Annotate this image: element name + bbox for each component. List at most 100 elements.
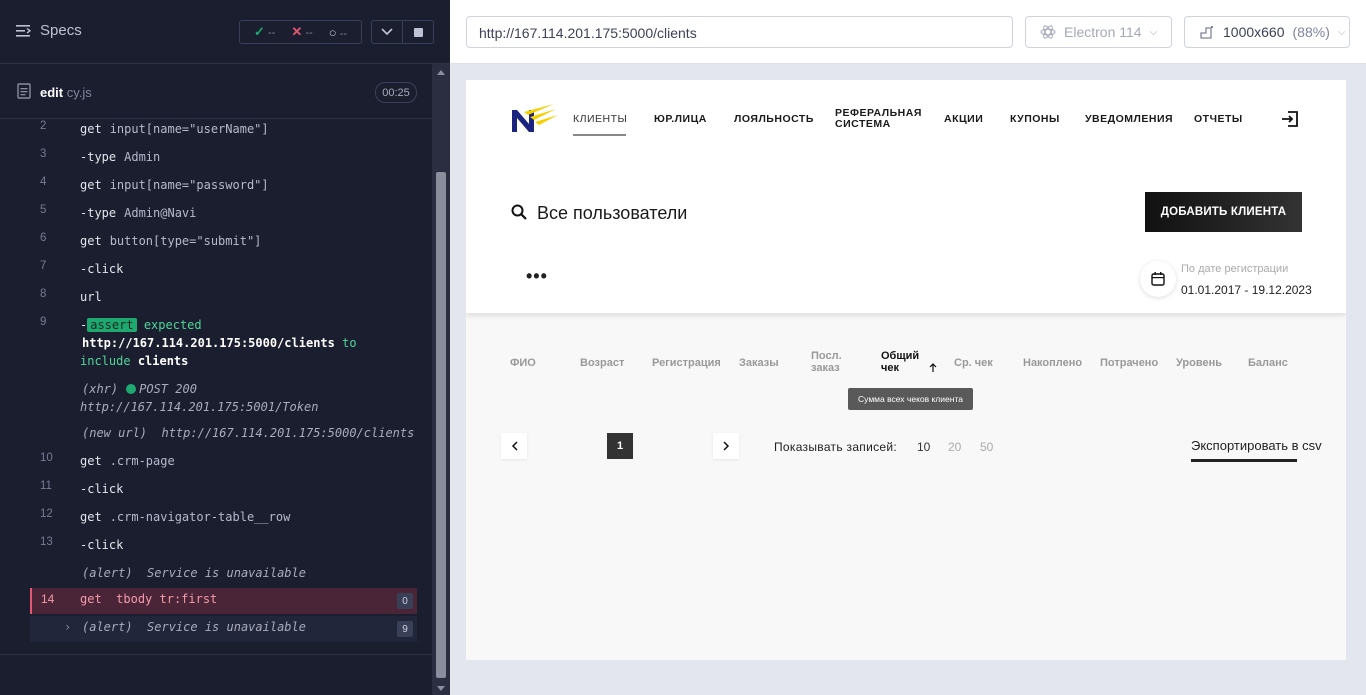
column-header-spent[interactable]: Потрачено — [1100, 357, 1158, 369]
viewport-size: 1000x660 — [1223, 24, 1285, 40]
previous-page-button[interactable] — [501, 433, 527, 459]
viewport-selector[interactable]: 1000x660 (88%) ⌵ — [1184, 16, 1350, 48]
scroll-down-icon[interactable] — [437, 686, 445, 691]
column-header-accumulated[interactable]: Накоплено — [1023, 357, 1082, 369]
xhr-method: POST 200 — [139, 382, 197, 396]
spec-name-base: edit — [40, 85, 64, 100]
date-filter-button[interactable] — [1140, 261, 1176, 297]
xhr-label: (xhr) — [82, 382, 119, 396]
assert-value: clients — [137, 354, 189, 368]
column-tooltip: Сумма всех чеков клиента — [848, 388, 973, 410]
runner-divider — [0, 654, 432, 655]
new-url-label: (new url) — [82, 426, 148, 440]
column-header-last-order[interactable]: Посл. заказ — [811, 350, 842, 374]
nav-coupons[interactable]: КУПОНЫ — [1010, 114, 1060, 125]
logout-icon[interactable] — [1281, 110, 1299, 128]
command-number: 11 — [40, 480, 52, 492]
scroll-up-icon[interactable] — [437, 70, 445, 75]
failed-command-row[interactable]: 14 get tbody tr:first 0 — [30, 588, 417, 614]
nav-legal-entities[interactable]: ЮР.ЛИЦА — [654, 114, 707, 125]
alert-text: Service is unavailable — [147, 566, 306, 580]
nav-loyalty[interactable]: ЛОЯЛЬНОСТЬ — [734, 114, 814, 125]
nested-alert-row[interactable]: › (alert) Service is unavailable 9 — [30, 616, 417, 642]
app-header: КЛИЕНТЫ ЮР.ЛИЦА ЛОЯЛЬНОСТЬ РЕФЕРАЛЬНАЯ С… — [466, 80, 1346, 313]
nav-clients[interactable]: КЛИЕНТЫ — [573, 114, 627, 125]
chevron-down-icon — [381, 28, 393, 36]
next-page-button[interactable] — [713, 433, 739, 459]
element-count-badge: 0 — [397, 593, 413, 609]
sort-ascending-icon[interactable] — [929, 363, 937, 373]
stop-button[interactable] — [402, 20, 434, 44]
assert-expected: expected — [143, 318, 202, 332]
column-header-balance[interactable]: Баланс — [1248, 357, 1288, 369]
command-name: -type — [80, 206, 117, 220]
date-filter-label: По дате регистрации — [1181, 263, 1289, 275]
command-number: 8 — [40, 288, 47, 300]
command-number: 5 — [40, 204, 47, 216]
per-page-label: Показывать записей: — [774, 440, 897, 454]
export-underline — [1191, 459, 1297, 462]
column-header-age[interactable]: Возраст — [580, 357, 624, 369]
scrollbar-thumb[interactable] — [436, 172, 446, 678]
column-header-avg-check[interactable]: Ср. чек — [954, 357, 993, 369]
command-arg: Admin — [124, 150, 161, 164]
nav-referral[interactable]: РЕФЕРАЛЬНАЯ СИСТЕМА — [835, 108, 922, 130]
collapse-button[interactable] — [371, 20, 403, 44]
command-name: get — [80, 234, 102, 248]
command-arg: Admin@Navi — [124, 206, 197, 220]
calendar-icon — [1151, 272, 1165, 286]
command-name: -click — [80, 538, 124, 552]
per-page-option-10[interactable]: 10 — [917, 440, 930, 454]
url-input[interactable]: http://167.114.201.175:5000/clients — [466, 16, 1013, 48]
command-name: url — [80, 290, 102, 304]
command-number: 13 — [40, 536, 53, 548]
assert-url: http://167.114.201.175:5000/clients — [82, 336, 335, 350]
command-number: 2 — [40, 120, 47, 132]
assert-to: to — [342, 336, 357, 350]
chevron-right-icon[interactable]: › — [64, 620, 71, 634]
command-name: get — [80, 122, 102, 136]
command-arg: .crm-page — [109, 454, 175, 468]
browser-bar: http://167.114.201.175:5000/clients Elec… — [450, 0, 1366, 64]
spec-header: edit cy.js 00:25 — [0, 65, 432, 119]
column-header-total-check[interactable]: Общий чек — [881, 350, 919, 374]
command-number: 3 — [40, 148, 47, 160]
column-header-orders[interactable]: Заказы — [739, 357, 779, 369]
browser-selector[interactable]: Electron 114 ⌵ — [1025, 16, 1172, 48]
xhr-url: http://167.114.201.175:5001/Token — [80, 400, 319, 414]
command-number: 14 — [41, 592, 55, 606]
command-name: get — [80, 510, 102, 524]
column-header-level[interactable]: Уровень — [1176, 357, 1222, 369]
export-csv-link[interactable]: Экспортировать в csv — [1191, 438, 1322, 453]
check-icon: ✓ — [254, 24, 265, 39]
nav-promos[interactable]: АКЦИИ — [944, 114, 983, 125]
specs-bar: Specs ✓ -- ✕ -- ○ -- — [0, 0, 450, 64]
pending-count: -- — [339, 27, 347, 40]
ruler-icon — [1200, 26, 1213, 39]
page-number-current[interactable]: 1 — [607, 433, 633, 459]
more-options-icon[interactable]: ••• — [526, 267, 548, 285]
specs-toggle[interactable]: Specs — [16, 22, 82, 39]
command-log-scrollbar[interactable] — [432, 64, 450, 695]
new-url-value: http://167.114.201.175:5000/clients — [161, 426, 415, 440]
nav-referral-line2: СИСТЕМА — [835, 118, 891, 130]
per-page-option-50[interactable]: 50 — [980, 440, 993, 454]
spec-name-ext: cy.js — [63, 85, 92, 100]
cypress-runner: Specs ✓ -- ✕ -- ○ -- edit cy.js 00:25 2 … — [0, 0, 450, 695]
date-filter-range[interactable]: 01.01.2017 - 19.12.2023 — [1181, 283, 1312, 297]
command-name: get — [80, 454, 102, 468]
failed-count: -- — [305, 27, 313, 39]
x-icon: ✕ — [291, 24, 303, 39]
page-title: Все пользователи — [537, 203, 688, 223]
nav-notifications[interactable]: УВЕДОМЛЕНИЯ — [1085, 114, 1173, 125]
search-icon[interactable] — [511, 204, 527, 220]
nav-reports[interactable]: ОТЧЕТЫ — [1194, 114, 1243, 125]
per-page-option-20[interactable]: 20 — [948, 440, 961, 454]
column-header-fio[interactable]: ФИО — [510, 357, 536, 369]
alert-text: Service is unavailable — [147, 620, 306, 634]
spec-file-name[interactable]: edit cy.js — [40, 85, 92, 100]
column-header-registration[interactable]: Регистрация — [652, 357, 721, 369]
brand-logo[interactable] — [510, 102, 560, 134]
command-number: 6 — [40, 232, 47, 244]
add-client-button[interactable]: ДОБАВИТЬ КЛИЕНТА — [1145, 192, 1302, 232]
